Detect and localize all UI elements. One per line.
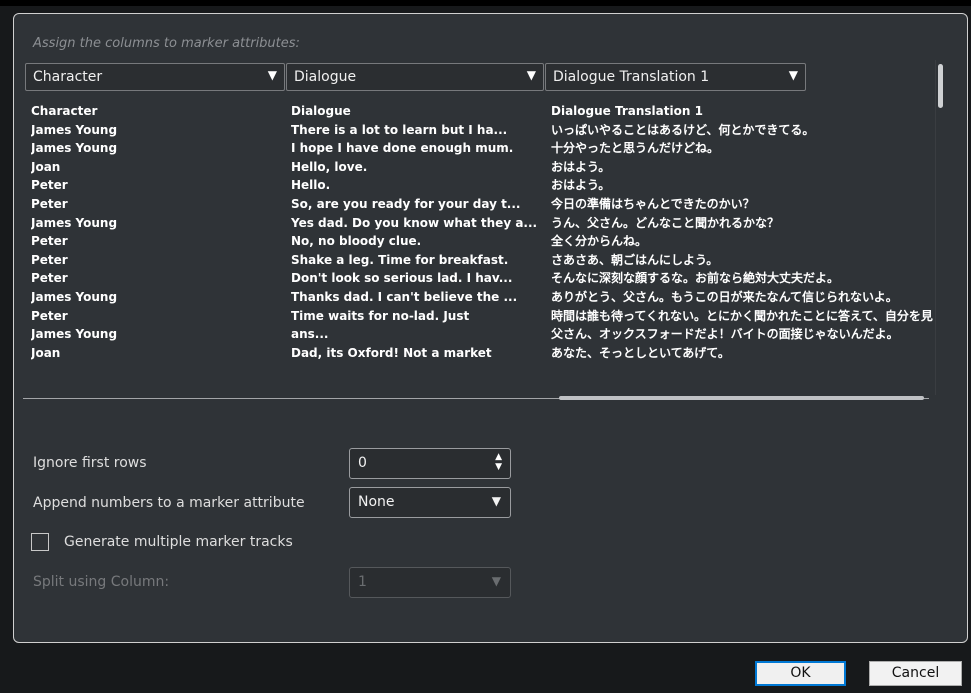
preview-cell: 今日の準備はちゃんとできたのかい？ — [551, 196, 755, 211]
preview-cell: 時間は誰も待ってくれない。とにかく聞かれたことに答えて、自分を見 — [551, 308, 933, 323]
preview-cell: James Young — [31, 122, 118, 137]
preview-cell: Don't look so serious lad. I hav... — [291, 271, 513, 286]
preview-cell: Character — [31, 104, 98, 118]
preview-cell: Peter — [31, 308, 68, 323]
preview-cell: Peter — [31, 271, 68, 286]
preview-cell: Hello, love. — [291, 159, 368, 174]
window-top-edge — [0, 0, 971, 6]
vertical-scroll-track — [935, 60, 936, 395]
chevron-down-icon: ▼ — [267, 68, 277, 82]
ignore-rows-stepper[interactable]: 0 ▲ ▼ — [349, 448, 511, 479]
ignore-rows-label: Ignore first rows — [33, 455, 147, 471]
ok-button[interactable]: OK — [755, 661, 846, 686]
chevron-down-icon: ▼ — [491, 494, 501, 508]
preview-cell: 全く分からんね。 — [551, 234, 648, 249]
preview-cell: Dialogue Translation 1 — [551, 104, 703, 118]
preview-cell: Time waits for no-lad. Just — [291, 308, 470, 323]
preview-cell: James Young — [31, 289, 118, 304]
preview-column-translation: Dialogue Translation 1 いっぱいやることはあるけど、何とかで… — [551, 102, 935, 362]
vertical-scrollbar[interactable] — [938, 64, 943, 108]
chevron-down-icon: ▼ — [526, 68, 536, 82]
preview-column-character: Character James Young James Young Joan Peter… — [31, 102, 281, 362]
column-select-3[interactable]: Dialogue Translation 1 ▼ — [545, 63, 806, 91]
preview-cell: Joan — [31, 159, 61, 174]
preview-cell: Thanks dad. I can't believe the ... — [291, 289, 518, 304]
preview-cell: あなた、そっとしといてあげて。 — [551, 345, 730, 360]
preview-cell: I hope I have done enough mum. — [291, 141, 514, 156]
import-options-panel: Assign the columns to marker attributes:… — [13, 13, 968, 643]
preview-cell: さあさあ、朝ごはんにしよう。 — [551, 252, 719, 267]
column-select-2-value: Dialogue — [294, 69, 357, 85]
preview-cell: 十分やったと思うんだけどね。 — [551, 141, 720, 156]
append-numbers-select[interactable]: None ▼ — [349, 487, 511, 518]
preview-cell: So, are you ready for your day t... — [291, 196, 521, 211]
spin-arrows-icon[interactable]: ▲ ▼ — [495, 452, 502, 472]
column-select-3-value: Dialogue Translation 1 — [553, 69, 710, 85]
preview-cell: James Young — [31, 141, 118, 156]
preview-cell: ans... — [291, 327, 329, 342]
preview-cell: Joan — [31, 345, 61, 360]
preview-cell: Dialogue — [291, 104, 351, 118]
preview-cell: 父さん、オックスフォードだよ！バイトの面接じゃないんだよ。 — [551, 327, 899, 342]
preview-cell: Peter — [31, 178, 68, 193]
assign-columns-caption: Assign the columns to marker attributes: — [33, 36, 300, 51]
preview-cell: おはよう。 — [551, 159, 611, 174]
preview-cell: Shake a leg. Time for breakfast. — [291, 252, 509, 267]
preview-cell: James Young — [31, 215, 118, 230]
preview-column-dialogue: Dialogue There is a lot to learn but I ha… — [291, 102, 541, 362]
preview-cell: Hello. — [291, 178, 331, 193]
preview-cell: いっぱいやることはあるけど、何とかできてる。 — [551, 122, 815, 137]
preview-cell: There is a lot to learn but I ha... — [291, 122, 508, 137]
preview-cell: そんなに深刻な顔するな。お前なら絶対大丈夫だよ。 — [551, 271, 840, 286]
preview-cell: Peter — [31, 234, 68, 249]
append-numbers-value: None — [358, 494, 395, 510]
horizontal-scrollbar[interactable] — [559, 396, 924, 400]
column-select-2[interactable]: Dialogue ▼ — [286, 63, 544, 91]
preview-cell: Peter — [31, 196, 68, 211]
chevron-down-icon: ▼ — [788, 68, 798, 82]
append-numbers-label: Append numbers to a marker attribute — [33, 495, 305, 511]
column-select-1-value: Character — [33, 69, 103, 85]
preview-cell: James Young — [31, 327, 118, 342]
preview-cell: No, no bloody clue. — [291, 234, 422, 249]
cancel-button[interactable]: Cancel — [869, 661, 962, 686]
chevron-down-icon: ▼ — [491, 574, 501, 588]
split-column-value: 1 — [358, 574, 367, 590]
ignore-rows-value: 0 — [358, 455, 367, 471]
preview-cell: Yes dad. Do you know what they a... — [291, 215, 538, 230]
column-select-1[interactable]: Character ▼ — [25, 63, 285, 91]
generate-tracks-checkbox[interactable] — [31, 533, 49, 551]
preview-cell: ありがとう、父さん。もうこの日が来たなんて信じられないよ。 — [551, 289, 898, 304]
split-column-label: Split using Column: — [33, 574, 170, 590]
preview-cell: Peter — [31, 252, 68, 267]
preview-cell: Dad, its Oxford! Not a market — [291, 345, 492, 360]
preview-cell: うん、父さん。どんなこと聞かれるかな？ — [551, 215, 780, 230]
preview-cell: おはよう。 — [551, 178, 611, 193]
split-column-select[interactable]: 1 ▼ — [349, 567, 511, 598]
generate-tracks-label: Generate multiple marker tracks — [64, 534, 293, 550]
